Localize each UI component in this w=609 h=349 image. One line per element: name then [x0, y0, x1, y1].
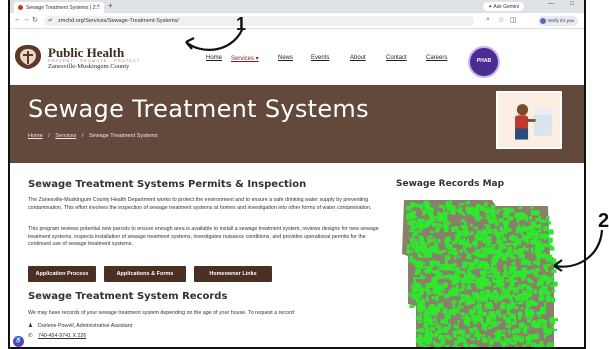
breadcrumb: Home / Services / Sewage Treatment Syste… [28, 133, 158, 139]
new-tab-button[interactable]: + [108, 2, 113, 10]
favicon-icon [18, 5, 23, 10]
logo-county: Zanesville-Muskingum County [48, 63, 130, 70]
minimize-icon[interactable]: — [548, 1, 554, 7]
address-bar[interactable]: ⇌ zmchd.org/Services/Sewage-Treatment-Sy… [44, 16, 474, 26]
nav-about[interactable]: About [350, 55, 366, 61]
nav-events[interactable]: Events [311, 55, 329, 61]
health-emblem-icon[interactable] [12, 43, 44, 71]
url-text: zmchd.org/Services/Sewage-Treatment-Syst… [58, 18, 179, 24]
forward-icon[interactable]: → [23, 16, 30, 23]
records-intro: We may have records of your sewage treat… [28, 310, 296, 316]
phone-link[interactable]: 740-454-9741 X 226 [38, 333, 86, 339]
map-heading: Sewage Records Map [396, 179, 505, 189]
reading-mode-icon[interactable]: ◫ [510, 16, 517, 24]
phone-icon: ✆ [28, 333, 33, 339]
address-toolbar: ← → ↻ ⇌ zmchd.org/Services/Sewage-Treatm… [10, 13, 584, 29]
tab-close-icon[interactable]: × [96, 4, 100, 10]
maximize-icon[interactable]: □ [570, 1, 574, 7]
breadcrumb-home[interactable]: Home [28, 133, 43, 139]
ask-gemini-button[interactable]: ✦ Ask Gemini [483, 2, 524, 11]
application-process-button[interactable]: Application Process [28, 266, 96, 282]
nav-careers[interactable]: Careers [426, 55, 447, 61]
search-icon[interactable]: ⌕ [486, 16, 490, 24]
nav-news[interactable]: News [278, 55, 293, 61]
tab-strip: Sewage Treatment Systems | Z... × + ✦ As… [10, 0, 584, 13]
contact-phone: ✆ 740-454-9741 X 226 [28, 333, 86, 339]
browser-window: Sewage Treatment Systems | Z... × + ✦ As… [8, 0, 586, 349]
plumber-illustration [496, 91, 562, 149]
site-header: Public Health PREVENT · PROMOTE · PROTEC… [10, 29, 584, 85]
homeowner-links-button[interactable]: Homeowner Links [194, 266, 272, 282]
contact-person: ♟ Darlene Powell, Administrative Assistan… [28, 323, 133, 329]
phab-accreditation-badge[interactable]: PHAB [468, 46, 500, 78]
profile-icon [539, 18, 546, 24]
annotation-arrow-2 [553, 229, 604, 272]
breadcrumb-services[interactable]: Services [55, 133, 76, 139]
main-content: Sewage Treatment Systems Permits & Inspe… [10, 163, 584, 349]
permits-heading: Sewage Treatment Systems Permits & Inspe… [28, 179, 307, 190]
accessibility-icon[interactable]: ♿ [13, 336, 24, 347]
intro-paragraph: The Zanesville-Muskingum County Health D… [28, 197, 372, 211]
sewage-records-map[interactable] [396, 196, 558, 349]
nav-contact[interactable]: Contact [386, 55, 407, 61]
page-title: Sewage Treatment Systems [28, 95, 369, 123]
verify-profile-button[interactable]: Verify it's you [537, 16, 578, 26]
program-paragraph: This program reviews potential new parce… [28, 226, 379, 247]
applications-forms-button[interactable]: Applications & Forms [104, 266, 186, 282]
site-info-icon[interactable]: ⇌ [48, 18, 52, 24]
breadcrumb-current: Sewage Treatment Systems [88, 133, 158, 139]
records-heading: Sewage Treatment System Records [28, 291, 228, 302]
tab-title: Sewage Treatment Systems | Z... [26, 5, 100, 11]
person-icon: ♟ [28, 323, 33, 329]
annotation-arrow-1 [185, 29, 243, 51]
reload-icon[interactable]: ↻ [32, 16, 38, 24]
hero-banner: Sewage Treatment Systems Home / Services… [10, 85, 584, 163]
back-icon[interactable]: ← [14, 16, 21, 23]
browser-tab[interactable]: Sewage Treatment Systems | Z... × [14, 2, 104, 13]
bookmark-star-icon[interactable]: ☆ [498, 16, 504, 24]
